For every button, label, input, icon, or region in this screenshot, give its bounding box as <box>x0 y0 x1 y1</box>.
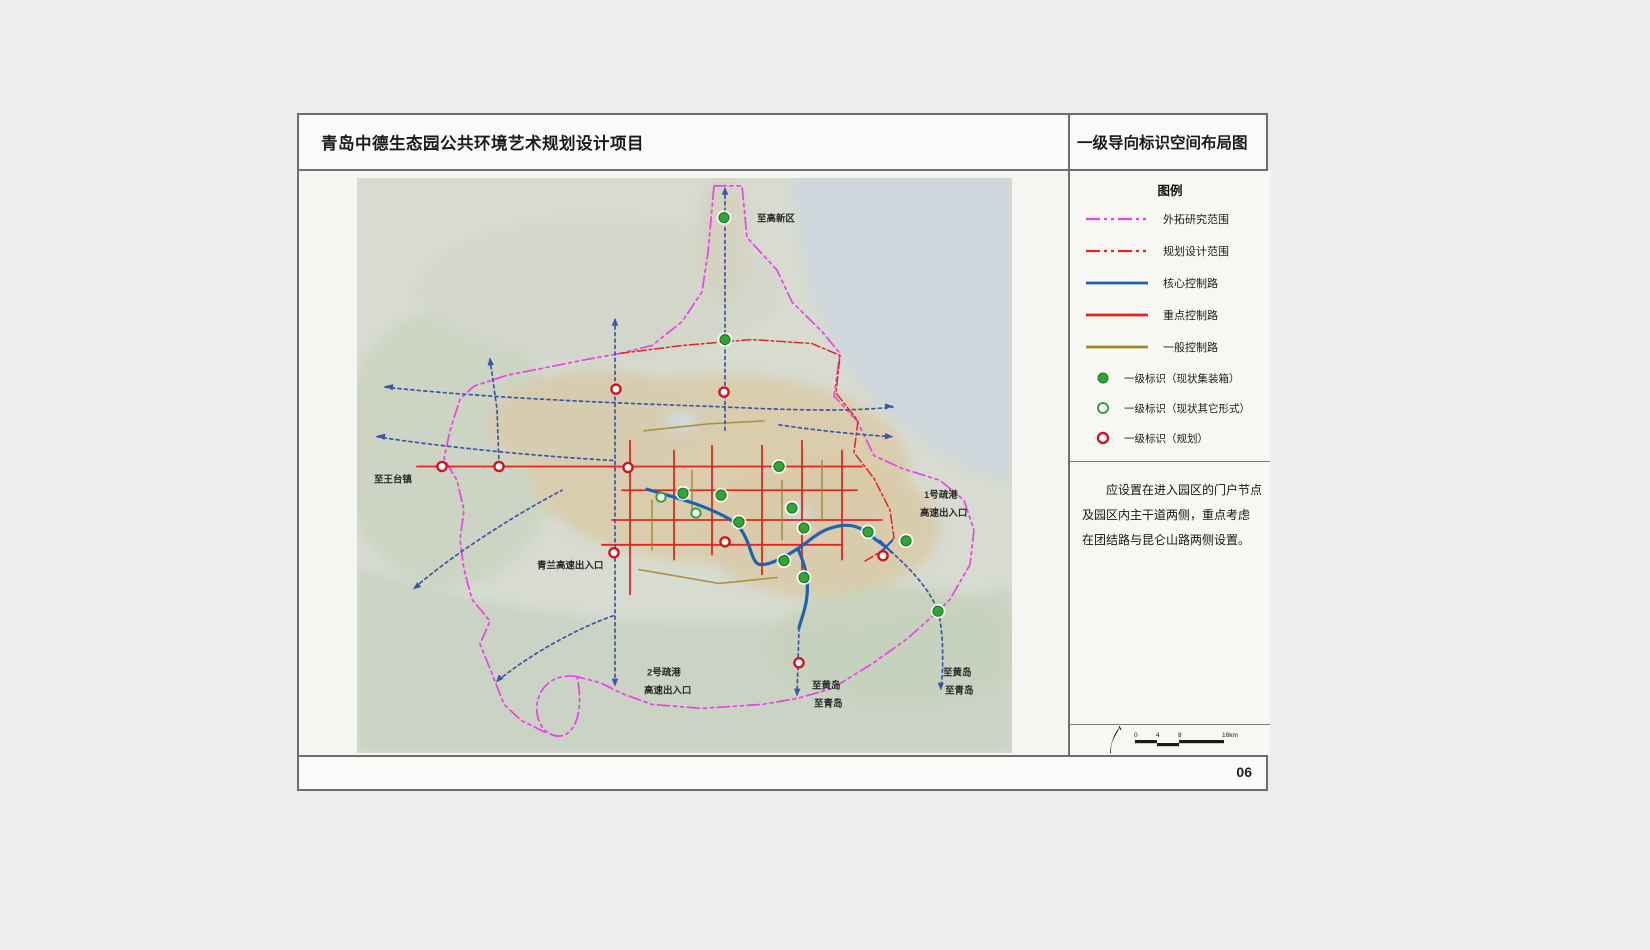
svg-text:0: 0 <box>1134 732 1138 739</box>
map-label: 至黄岛 <box>812 680 840 692</box>
legend-item-label: 一级标识（现状集装箱） <box>1124 371 1240 386</box>
legend-item: 一级标识（现状集装箱） <box>1070 363 1270 393</box>
svg-text:16km: 16km <box>1222 732 1238 739</box>
dashdot-line-swatch <box>1083 214 1151 224</box>
map-area: 至高新区至王台镇1号疏港高速出入口青兰高速出入口2号疏港高速出入口至黄岛至青岛至… <box>299 171 1070 755</box>
side-panel: 图例 外拓研究范围规划设计范围核心控制路重点控制路一般控制路 一级标识（现状集装… <box>1070 171 1270 755</box>
solid-line-swatch <box>1083 278 1151 288</box>
sign-marker-planned <box>609 548 618 557</box>
sign-marker-planned <box>794 658 803 667</box>
map-navigation: 0 4 8 16km <box>1070 725 1270 755</box>
note-line: 应设置在进入园区的门户节点 <box>1082 478 1262 503</box>
sign-marker-existing-container <box>861 525 874 538</box>
legend-item: 一般控制路 <box>1070 331 1270 363</box>
legend-title: 图例 <box>1070 180 1270 199</box>
map-label: 至高新区 <box>757 213 795 225</box>
plan-sheet: 青岛中德生态园公共环境艺术规划设计项目 一级导向标识空间布局图 至高新区至王台镇… <box>297 113 1268 791</box>
legend-item-label: 一级标识（规划） <box>1124 431 1208 446</box>
sign-marker-existing-container <box>718 333 731 346</box>
sign-marker-existing-container <box>732 515 745 528</box>
solid-line-swatch <box>1083 342 1151 352</box>
sign-marker-existing-container <box>714 489 727 502</box>
sign-marker-existing-container <box>772 460 785 473</box>
sheet-header: 青岛中德生态园公共环境艺术规划设计项目 一级导向标识空间布局图 <box>299 115 1266 171</box>
sheet-title: 一级导向标识空间布局图 <box>1070 115 1266 169</box>
map-label: 青兰高速出入口 <box>537 560 603 572</box>
map-label: 至青岛 <box>945 685 973 697</box>
legend-item-label: 重点控制路 <box>1163 307 1218 323</box>
legend-item: 一级标识（规划） <box>1070 423 1270 453</box>
sign-marker-existing-other <box>656 493 665 502</box>
sheet-body: 至高新区至王台镇1号疏港高速出入口青兰高速出入口2号疏港高速出入口至黄岛至青岛至… <box>299 171 1266 755</box>
legend-item-label: 规划设计范围 <box>1163 243 1229 259</box>
note-text: 应设置在进入园区的门户节点及园区内主干道两侧，重点考虑在团结路与昆仑山路两侧设置… <box>1082 478 1262 553</box>
svg-text:4: 4 <box>1156 732 1160 739</box>
sign-marker-existing-container <box>676 487 689 500</box>
sign-marker-existing-container <box>797 521 810 534</box>
green-open-marker-icon <box>1094 399 1116 417</box>
sign-marker-existing-container <box>717 211 730 224</box>
page-number: 06 <box>1236 764 1252 780</box>
red-open-marker-icon <box>1094 429 1116 447</box>
legend-item: 外拓研究范围 <box>1070 203 1270 235</box>
dashdot-line-swatch <box>1083 246 1151 256</box>
sign-marker-planned <box>720 537 729 546</box>
sheet-footer: 06 <box>299 755 1266 787</box>
map-label: 高速出入口 <box>644 685 691 697</box>
sign-marker-existing-container <box>777 554 790 567</box>
legend-item: 重点控制路 <box>1070 299 1270 331</box>
sign-marker-existing-container <box>785 502 798 515</box>
legend-item: 一级标识（现状其它形式） <box>1070 393 1270 423</box>
sign-marker-planned <box>719 388 728 397</box>
legend-item: 规划设计范围 <box>1070 235 1270 267</box>
note-line: 在团结路与昆仑山路两侧设置。 <box>1082 528 1262 553</box>
note-line: 及园区内主干道两侧，重点考虑 <box>1082 503 1262 528</box>
map-label: 高速出入口 <box>920 507 967 519</box>
sign-marker-planned <box>494 462 503 471</box>
map-label: 至青岛 <box>814 697 842 709</box>
svg-text:8: 8 <box>1178 732 1182 739</box>
sign-marker-planned <box>623 463 632 472</box>
site-map: 至高新区至王台镇1号疏港高速出入口青兰高速出入口2号疏港高速出入口至黄岛至青岛至… <box>299 171 1070 755</box>
green-filled-marker-icon <box>1094 369 1116 387</box>
sign-marker-existing-container <box>931 605 944 618</box>
sign-marker-planned <box>437 462 446 471</box>
scale-bar: 0 4 8 16km <box>1130 728 1248 752</box>
legend-item-label: 核心控制路 <box>1163 275 1218 291</box>
sign-marker-existing-other <box>691 509 700 518</box>
legend-line-items: 外拓研究范围规划设计范围核心控制路重点控制路一般控制路 <box>1070 203 1270 363</box>
screenshot-canvas: 青岛中德生态园公共环境艺术规划设计项目 一级导向标识空间布局图 至高新区至王台镇… <box>0 0 1650 950</box>
sign-marker-existing-container <box>899 534 912 547</box>
sign-marker-planned <box>611 385 620 394</box>
map-label: 1号疏港 <box>924 489 958 501</box>
project-title: 青岛中德生态园公共环境艺术规划设计项目 <box>299 115 1070 169</box>
sign-marker-existing-container <box>797 571 810 584</box>
legend-item-label: 一级标识（现状其它形式） <box>1124 401 1250 416</box>
legend-item: 核心控制路 <box>1070 267 1270 299</box>
sign-marker-planned <box>878 551 887 560</box>
placement-note: 应设置在进入园区的门户节点及园区内主干道两侧，重点考虑在团结路与昆仑山路两侧设置… <box>1070 462 1270 725</box>
map-label: 2号疏港 <box>647 667 681 679</box>
north-arrow-icon <box>1096 725 1130 755</box>
map-label: 至王台镇 <box>374 473 412 485</box>
legend-item-label: 一般控制路 <box>1163 339 1218 355</box>
legend-item-label: 外拓研究范围 <box>1163 211 1229 227</box>
map-label: 至黄岛 <box>943 667 971 679</box>
legend-marker-items: 一级标识（现状集装箱） 一级标识（现状其它形式） 一级标识（规划） <box>1070 363 1270 453</box>
solid-line-swatch <box>1083 310 1151 320</box>
legend: 图例 外拓研究范围规划设计范围核心控制路重点控制路一般控制路 一级标识（现状集装… <box>1070 171 1270 462</box>
